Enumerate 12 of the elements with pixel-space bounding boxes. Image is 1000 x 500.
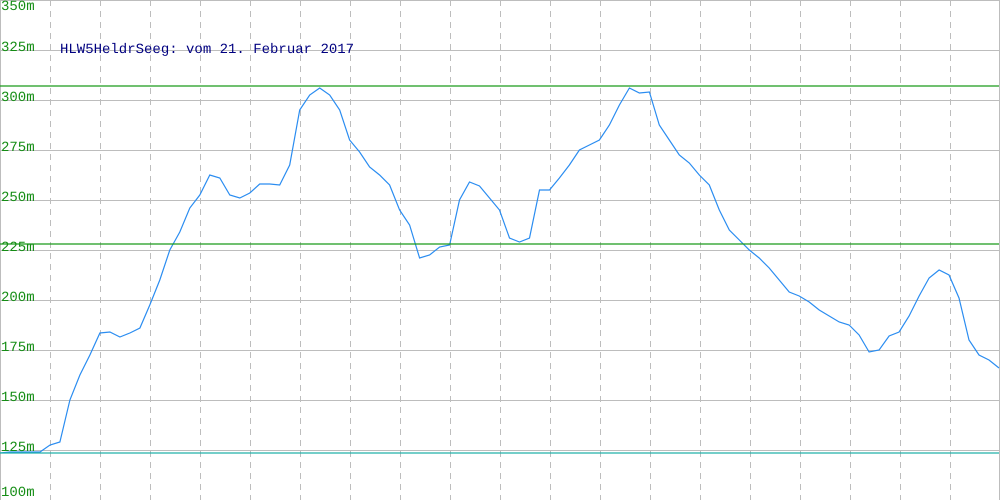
y-tick-label: 200m xyxy=(1,290,35,306)
y-tick-label: 275m xyxy=(1,140,35,156)
y-tick-label: 225m xyxy=(1,240,35,256)
chart-title: HLW5HeldrSeeg: vom 21. Februar 2017 xyxy=(60,42,354,58)
y-tick-label: 100m xyxy=(1,485,35,500)
y-tick-label: 250m xyxy=(1,190,35,206)
y-tick-label: 300m xyxy=(1,90,35,106)
y-tick-label: 125m xyxy=(1,440,35,456)
y-tick-label: 325m xyxy=(1,40,35,56)
y-tick-label: 175m xyxy=(1,340,35,356)
y-tick-label: 150m xyxy=(1,390,35,406)
y-tick-label: 350m xyxy=(1,0,35,15)
